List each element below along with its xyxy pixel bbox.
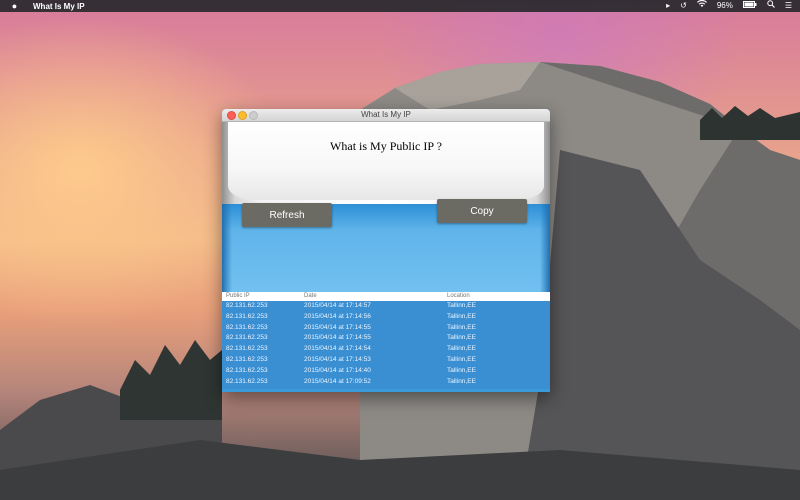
table-row[interactable]: 82.131.62.253 2015/04/14 at 17:14:54 Tal… bbox=[222, 344, 550, 355]
cell-date: 2015/04/14 at 17:09:52 bbox=[304, 377, 371, 385]
refresh-button[interactable]: Refresh bbox=[242, 203, 332, 227]
column-header-date[interactable]: Date bbox=[304, 293, 317, 299]
table-row[interactable]: 82.131.62.253 2015/04/14 at 17:14:55 Tal… bbox=[222, 323, 550, 334]
page-heading: What is My Public IP ? bbox=[330, 139, 442, 153]
cell-location: Tallinn,EE bbox=[447, 366, 476, 374]
battery-icon[interactable] bbox=[742, 0, 757, 12]
app-window: What Is My IP What is My Public IP ? Ref… bbox=[222, 109, 550, 392]
table-row[interactable]: 82.131.62.253 2015/04/14 at 17:09:52 Tal… bbox=[222, 377, 550, 388]
table-row[interactable]: 82.131.62.253 2015/04/14 at 17:14:55 Tal… bbox=[222, 333, 550, 344]
cell-ip: 82.131.62.253 bbox=[226, 312, 268, 320]
header-panel bbox=[222, 122, 550, 204]
history-table[interactable]: 82.131.62.253 2015/04/14 at 17:14:57 Tal… bbox=[222, 301, 550, 389]
cell-location: Tallinn,EE bbox=[447, 377, 476, 385]
cell-date: 2015/04/14 at 17:14:40 bbox=[304, 366, 371, 374]
table-row[interactable]: 82.131.62.253 2015/04/14 at 17:14:53 Tal… bbox=[222, 355, 550, 366]
cell-location: Tallinn,EE bbox=[447, 345, 476, 353]
cell-ip: 82.131.62.253 bbox=[226, 355, 268, 363]
column-header-location[interactable]: Location bbox=[447, 293, 470, 299]
time-machine-icon[interactable]: ↺ bbox=[680, 0, 687, 12]
header-card bbox=[228, 122, 544, 200]
apple-icon[interactable]: ● bbox=[10, 1, 19, 11]
cell-ip: 82.131.62.253 bbox=[226, 302, 268, 309]
status-area: ▸ ↺ 96% ☰ bbox=[666, 0, 792, 12]
copy-button[interactable]: Copy bbox=[437, 199, 527, 223]
cell-date: 2015/04/14 at 17:14:55 bbox=[304, 334, 371, 342]
menu-bar: ● What Is My IP ▸ ↺ 96% ☰ bbox=[0, 0, 800, 12]
notification-list-icon[interactable]: ☰ bbox=[785, 0, 792, 12]
table-row[interactable]: 82.131.62.253 2015/04/14 at 17:14:40 Tal… bbox=[222, 366, 550, 377]
battery-percentage[interactable]: 96% bbox=[717, 0, 733, 12]
cell-date: 2015/04/14 at 17:14:53 bbox=[304, 355, 371, 363]
cell-location: Tallinn,EE bbox=[447, 355, 476, 363]
cell-date: 2015/04/14 at 17:14:55 bbox=[304, 323, 371, 331]
cell-location: Tallinn,EE bbox=[447, 302, 476, 309]
cell-location: Tallinn,EE bbox=[447, 312, 476, 320]
window-title: What Is My IP bbox=[361, 110, 411, 119]
title-bar[interactable]: What Is My IP bbox=[222, 109, 550, 122]
airplay-icon[interactable]: ▸ bbox=[666, 0, 670, 12]
search-icon[interactable] bbox=[767, 0, 775, 12]
table-row[interactable]: 82.131.62.253 2015/04/14 at 17:14:56 Tal… bbox=[222, 312, 550, 323]
cell-location: Tallinn,EE bbox=[447, 334, 476, 342]
cell-ip: 82.131.62.253 bbox=[226, 334, 268, 342]
wifi-icon[interactable] bbox=[696, 0, 707, 12]
cell-location: Tallinn,EE bbox=[447, 323, 476, 331]
cell-ip: 82.131.62.253 bbox=[226, 377, 268, 385]
column-header-ip[interactable]: Public IP bbox=[226, 293, 250, 299]
right-trees bbox=[700, 106, 800, 140]
app-menu-name[interactable]: What Is My IP bbox=[33, 2, 85, 11]
panel-edge-right bbox=[540, 204, 550, 292]
cell-ip: 82.131.62.253 bbox=[226, 323, 268, 331]
cell-date: 2015/04/14 at 17:14:54 bbox=[304, 345, 371, 353]
tree-line bbox=[120, 340, 222, 420]
cell-ip: 82.131.62.253 bbox=[226, 345, 268, 353]
cell-date: 2015/04/14 at 17:14:56 bbox=[304, 312, 371, 320]
history-table-header: Public IP Date Location bbox=[222, 292, 550, 301]
cell-date: 2015/04/14 at 17:14:57 bbox=[304, 302, 371, 309]
table-row[interactable]: 82.131.62.253 2015/04/14 at 17:14:57 Tal… bbox=[222, 301, 550, 312]
cell-ip: 82.131.62.253 bbox=[226, 366, 268, 374]
panel-edge-left bbox=[222, 204, 232, 292]
